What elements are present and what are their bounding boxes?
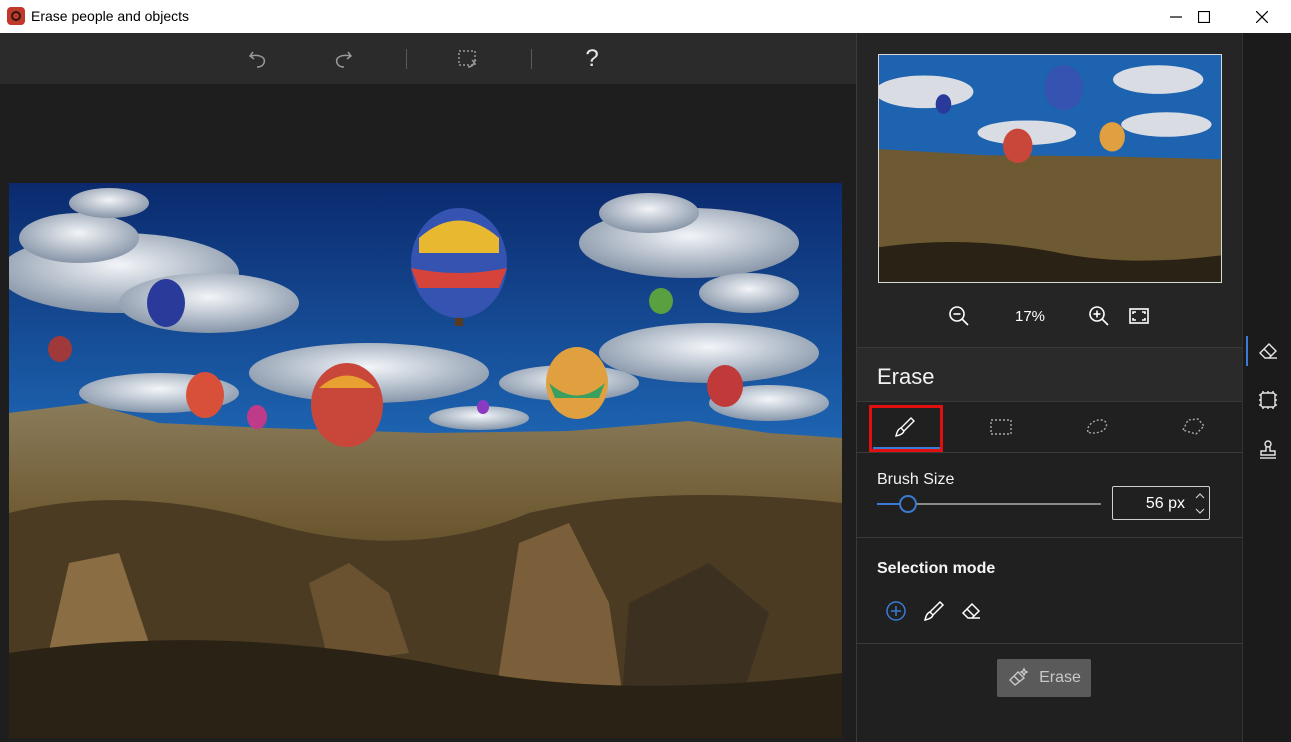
main-photo[interactable]	[9, 183, 842, 738]
tab-rectangle-select[interactable]	[953, 402, 1049, 452]
brush-mode-button[interactable]	[921, 598, 947, 624]
toolbar-separator	[531, 49, 532, 69]
rail-erase-button[interactable]	[1255, 338, 1281, 364]
eraser-sparkle-icon	[1009, 667, 1029, 686]
rail-active-indicator	[1246, 336, 1248, 366]
tab-polygon-lasso[interactable]	[1145, 402, 1241, 452]
zoom-in-button[interactable]	[1086, 303, 1112, 329]
eraser-icon	[1259, 343, 1277, 359]
brush-size-label: Brush Size	[877, 471, 955, 488]
toolbar-separator	[406, 49, 407, 69]
fit-screen-button[interactable]	[1126, 303, 1152, 329]
brush-icon	[923, 600, 945, 622]
add-selection-icon	[886, 601, 906, 621]
canvas-area	[0, 84, 856, 742]
decrement-button[interactable]	[1193, 504, 1207, 518]
tool-tabs	[857, 402, 1243, 453]
brush-size-input[interactable]: 56 px	[1112, 486, 1210, 520]
erase-button-label: Erase	[1039, 669, 1081, 686]
brush-size-slider[interactable]	[877, 495, 1101, 513]
add-selection-button[interactable]	[883, 598, 909, 624]
undo-icon	[248, 51, 266, 68]
title-bar: Erase people and objects	[0, 0, 1291, 33]
selection-mode-label: Selection mode	[877, 560, 996, 577]
zoom-out-button[interactable]	[946, 303, 972, 329]
eraser-icon	[961, 602, 981, 619]
tool-rail	[1242, 33, 1291, 742]
brush-size-value: 56 px	[1145, 495, 1185, 512]
zoom-in-icon	[1089, 306, 1109, 326]
rail-stamp-button[interactable]	[1255, 437, 1281, 463]
selection-mode-section: Selection mode	[857, 538, 1243, 644]
preview-section: 17%	[857, 33, 1243, 348]
erase-header: Erase	[857, 348, 1243, 402]
preview-thumbnail[interactable]	[878, 54, 1222, 283]
fit-screen-icon	[1129, 308, 1149, 324]
increment-button[interactable]	[1193, 489, 1207, 503]
close-button[interactable]	[1239, 0, 1285, 33]
slider-thumb[interactable]	[899, 495, 918, 513]
frame-icon	[1259, 391, 1277, 409]
maximize-icon	[1198, 10, 1210, 23]
lasso-icon	[1087, 419, 1108, 434]
rectangle-select-icon	[990, 419, 1012, 435]
rail-frame-button[interactable]	[1255, 387, 1281, 413]
chevron-down-icon	[1195, 508, 1205, 514]
redo-icon	[335, 51, 353, 68]
brush-size-section: Brush Size 56 px	[857, 453, 1243, 538]
window-title: Erase people and objects	[31, 8, 189, 24]
tab-lasso[interactable]	[1049, 402, 1145, 452]
zoom-level: 17%	[1014, 308, 1046, 325]
stamp-icon	[1260, 440, 1276, 459]
close-icon	[1256, 10, 1268, 23]
chevron-up-icon	[1195, 493, 1205, 499]
selection-reset-icon	[458, 50, 477, 68]
eraser-mode-button[interactable]	[958, 598, 984, 624]
zoom-controls: 17%	[857, 301, 1243, 331]
erase-panel: 17% Erase Brush Size 56 px Selection mod…	[856, 33, 1243, 742]
editor-toolbar: ?	[0, 33, 856, 84]
help-button[interactable]: ?	[578, 45, 606, 73]
polygon-lasso-icon	[1182, 418, 1205, 435]
undo-button[interactable]	[244, 45, 272, 73]
maximize-button[interactable]	[1181, 0, 1227, 33]
tab-brush[interactable]	[857, 402, 953, 452]
reset-selection-button[interactable]	[454, 45, 482, 73]
redo-button[interactable]	[329, 45, 357, 73]
zoom-out-icon	[949, 306, 969, 326]
app-logo-icon	[7, 7, 25, 25]
panel-title: Erase	[877, 364, 935, 389]
highlight-box	[869, 405, 943, 452]
erase-button[interactable]: Erase	[997, 659, 1091, 697]
